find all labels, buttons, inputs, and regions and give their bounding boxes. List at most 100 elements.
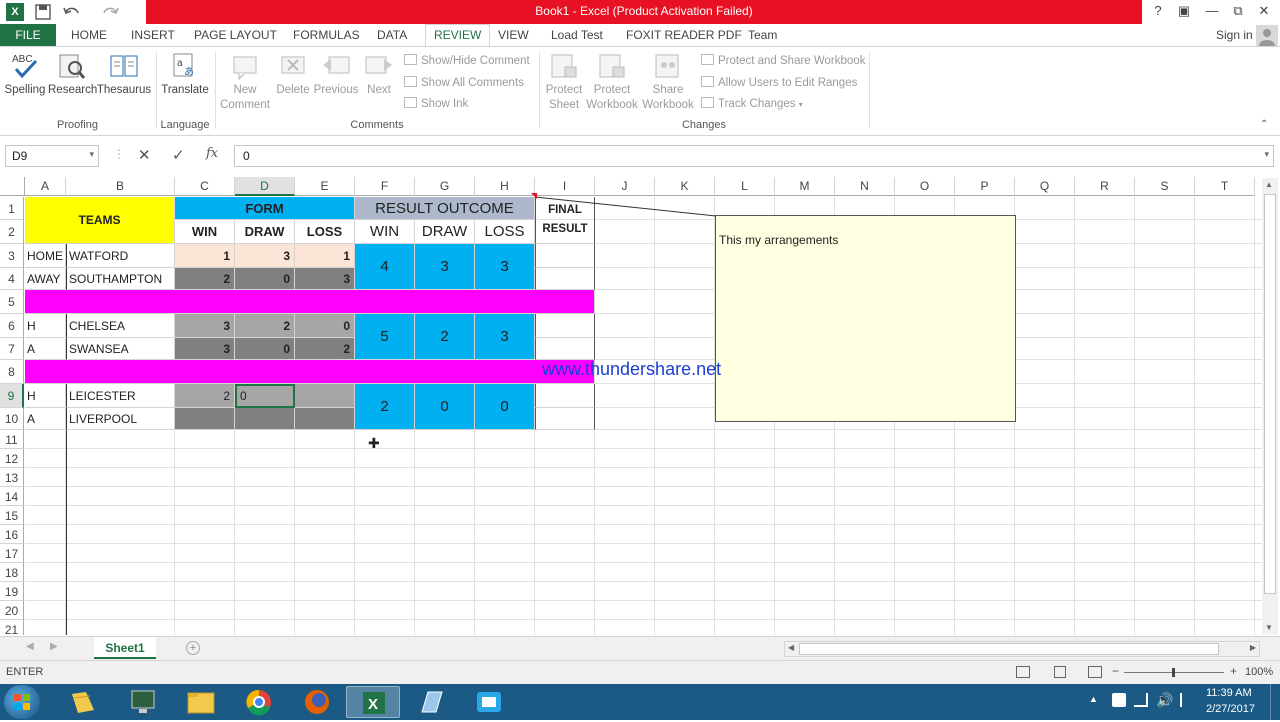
- row-header[interactable]: 15: [0, 506, 24, 525]
- row-header[interactable]: 14: [0, 487, 24, 506]
- page-layout-view-icon[interactable]: [1054, 666, 1066, 678]
- sheet-next-icon[interactable]: ▶: [50, 641, 58, 652]
- select-all-corner[interactable]: [0, 177, 25, 196]
- tab-foxit-reader-pdf[interactable]: FOXIT READER PDF: [626, 28, 742, 42]
- away-form-cell[interactable]: 0: [235, 338, 295, 360]
- column-header[interactable]: R: [1075, 177, 1135, 196]
- column-header[interactable]: N: [835, 177, 895, 196]
- row-header[interactable]: 7: [0, 338, 24, 360]
- tab-team[interactable]: Team: [748, 28, 777, 42]
- home-label[interactable]: H: [25, 384, 66, 408]
- home-team[interactable]: LEICESTER: [66, 384, 175, 408]
- worksheet-grid[interactable]: ABCDEFGHIJKLMNOPQRST 1 2 3 4 5 6 7 8 9 10 11 12 13 14…: [0, 175, 1262, 635]
- column-header[interactable]: G: [415, 177, 475, 196]
- undo-icon[interactable]: [62, 3, 80, 21]
- form-header[interactable]: FORM: [175, 197, 355, 220]
- column-header[interactable]: A: [25, 177, 66, 196]
- minimize-icon[interactable]: —: [1201, 3, 1223, 21]
- column-header[interactable]: C: [175, 177, 235, 196]
- away-form-cell[interactable]: 3: [295, 268, 355, 290]
- clock-time[interactable]: 11:39 AM: [1206, 687, 1252, 699]
- away-form-cell[interactable]: 3: [175, 338, 235, 360]
- normal-view-icon[interactable]: [1016, 666, 1030, 678]
- home-form-cell[interactable]: 3: [235, 244, 295, 268]
- teams-header[interactable]: TEAMS: [25, 197, 175, 244]
- sheet-prev-icon[interactable]: ◀: [26, 641, 34, 652]
- home-label[interactable]: H: [25, 314, 66, 338]
- result-cell[interactable]: 3: [475, 244, 535, 290]
- column-header[interactable]: T: [1195, 177, 1255, 196]
- taskbar-excel-icon[interactable]: X: [346, 686, 400, 718]
- tab-home[interactable]: HOME: [71, 28, 107, 42]
- ribbon-display-icon[interactable]: ▣: [1173, 3, 1195, 21]
- form-subheader[interactable]: WIN: [175, 220, 235, 244]
- row-header[interactable]: 17: [0, 544, 24, 563]
- protect-share-workbook-button[interactable]: Protect and Share Workbook: [701, 54, 865, 67]
- close-icon[interactable]: ✕: [1253, 3, 1275, 21]
- redo-icon[interactable]: [100, 3, 119, 21]
- taskbar-notepad-icon[interactable]: [404, 686, 458, 718]
- help-icon[interactable]: ?: [1147, 3, 1169, 21]
- row-header[interactable]: 5: [0, 290, 24, 314]
- allow-users-edit-ranges-button[interactable]: Allow Users to Edit Ranges: [701, 76, 857, 89]
- active-cell[interactable]: 0: [235, 384, 295, 408]
- final-result-cell[interactable]: [535, 338, 595, 360]
- clock-date[interactable]: 2/27/2017: [1206, 703, 1255, 715]
- home-team[interactable]: WATFORD: [66, 244, 175, 268]
- final-result-cell[interactable]: [535, 314, 595, 338]
- result-cell[interactable]: 0: [475, 384, 535, 430]
- delete-comment-button[interactable]: Delete: [274, 51, 312, 98]
- away-label[interactable]: AWAY: [25, 268, 66, 290]
- result-cell[interactable]: 2: [355, 384, 415, 430]
- result-cell[interactable]: 3: [415, 244, 475, 290]
- form-subheader[interactable]: DRAW: [235, 220, 295, 244]
- column-header[interactable]: P: [955, 177, 1015, 196]
- row-header[interactable]: 20: [0, 601, 24, 620]
- row-header[interactable]: 9: [0, 384, 24, 408]
- new-comment-button[interactable]: New Comment: [218, 51, 272, 113]
- tray-network-icon[interactable]: [1134, 693, 1148, 707]
- column-header[interactable]: D: [235, 177, 295, 196]
- result-cell[interactable]: 4: [355, 244, 415, 290]
- column-header[interactable]: S: [1135, 177, 1195, 196]
- name-box[interactable]: D9 ▾: [5, 145, 99, 167]
- thesaurus-button[interactable]: Thesaurus: [96, 51, 152, 98]
- row-header[interactable]: 2: [0, 220, 24, 244]
- share-workbook-button[interactable]: Share Workbook: [641, 51, 695, 113]
- away-label[interactable]: A: [25, 408, 66, 430]
- previous-comment-button[interactable]: Previous: [312, 51, 360, 98]
- row-header[interactable]: 1: [0, 197, 24, 220]
- new-sheet-icon[interactable]: +: [186, 641, 200, 655]
- tray-action-center-icon[interactable]: [1112, 693, 1126, 707]
- row-header[interactable]: 21: [0, 620, 24, 635]
- comment-box[interactable]: This my arrangements: [715, 215, 1016, 422]
- insert-function-icon[interactable]: fx: [206, 146, 218, 161]
- row-header[interactable]: 13: [0, 468, 24, 487]
- zoom-in-icon[interactable]: +: [1230, 664, 1237, 678]
- show-all-comments-button[interactable]: Show All Comments: [404, 76, 524, 89]
- final-result-cell[interactable]: [535, 384, 595, 408]
- page-break-view-icon[interactable]: [1088, 666, 1102, 678]
- taskbar-chrome-icon[interactable]: [232, 686, 286, 718]
- result-cell[interactable]: 5: [355, 314, 415, 360]
- research-button[interactable]: Research: [48, 51, 97, 98]
- taskbar-screen-recorder-icon[interactable]: [462, 686, 516, 718]
- taskbar-file-manager-icon[interactable]: [56, 686, 110, 718]
- away-label[interactable]: A: [25, 338, 66, 360]
- vertical-scrollbar[interactable]: ▲ ▼: [1262, 178, 1278, 634]
- row-header[interactable]: 19: [0, 582, 24, 601]
- row-header[interactable]: 4: [0, 268, 24, 290]
- away-team[interactable]: LIVERPOOL: [66, 408, 175, 430]
- row-header[interactable]: 11: [0, 430, 24, 449]
- save-icon[interactable]: [34, 3, 52, 21]
- next-comment-button[interactable]: Next: [362, 51, 396, 98]
- away-form-cell[interactable]: 0: [235, 268, 295, 290]
- scroll-thumb[interactable]: [1264, 194, 1276, 594]
- home-form-cell[interactable]: 3: [175, 314, 235, 338]
- home-form-cell[interactable]: 1: [175, 244, 235, 268]
- spelling-button[interactable]: ABC Spelling: [4, 51, 46, 98]
- user-avatar-icon[interactable]: [1256, 25, 1278, 46]
- column-header[interactable]: F: [355, 177, 415, 196]
- result-cell[interactable]: 2: [415, 314, 475, 360]
- column-header[interactable]: O: [895, 177, 955, 196]
